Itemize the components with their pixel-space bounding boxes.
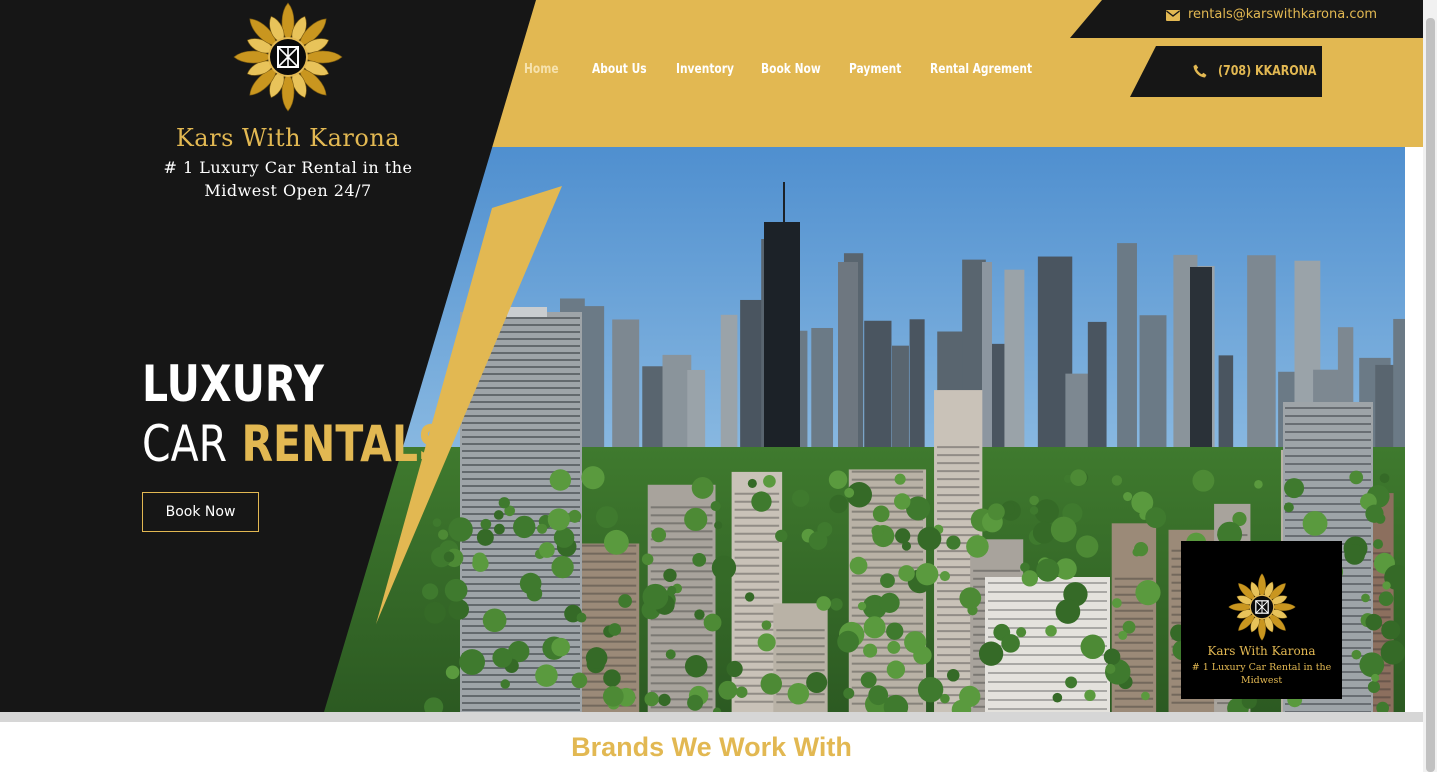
hero-line-1: LUXURY xyxy=(142,355,324,413)
phone-icon xyxy=(1193,64,1207,78)
video-logo-card: Kars With Karona # 1 Luxury Car Rental i… xyxy=(1181,541,1342,699)
card-logo-icon xyxy=(1228,573,1296,641)
brands-section-title: Brands We Work With xyxy=(571,732,852,762)
brand-name: Kars With Karona xyxy=(175,124,401,152)
nav-inventory[interactable]: Inventory xyxy=(676,62,734,77)
phone-number[interactable]: (708) KKARONA xyxy=(1218,64,1316,79)
book-now-button[interactable]: Book Now xyxy=(142,492,259,532)
page: Kars With Karona # 1 Luxury Car Rental i… xyxy=(0,0,1437,772)
hero-line-2: CAR RENTALS xyxy=(142,414,448,474)
email-link[interactable]: rentals@karswithkarona.com xyxy=(1188,7,1377,22)
scrollbar-thumb[interactable] xyxy=(1426,18,1435,772)
nav-home[interactable]: Home xyxy=(524,62,559,77)
hero-line-2-accent: RENTALS xyxy=(241,415,448,473)
nav-about-us[interactable]: About Us xyxy=(592,62,647,77)
brand-tagline: # 1 Luxury Car Rental in the Midwest Ope… xyxy=(163,158,413,200)
envelope-icon xyxy=(1166,10,1180,21)
nav-payment[interactable]: Payment xyxy=(849,62,901,77)
card-title: Kars With Karona xyxy=(1207,644,1316,658)
nav-book-now[interactable]: Book Now xyxy=(761,62,821,77)
hero-line-2-plain: CAR xyxy=(142,415,228,473)
nav-rental-agrement[interactable]: Rental Agrement xyxy=(930,62,1032,77)
brand-logo-icon[interactable] xyxy=(226,2,350,112)
card-tagline: # 1 Luxury Car Rental in the Midwest xyxy=(1191,662,1332,686)
hero-headline: LUXURY CAR RENTALS xyxy=(142,354,515,474)
section-divider xyxy=(0,712,1423,722)
